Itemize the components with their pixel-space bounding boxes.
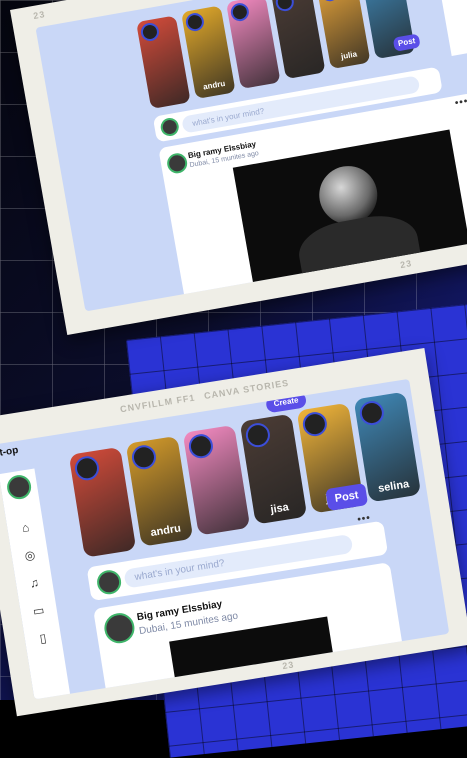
story-name: andru xyxy=(202,78,226,92)
create-button[interactable]: Create xyxy=(265,391,308,414)
author-avatar[interactable] xyxy=(102,611,137,646)
bottom-app-screen: t-op Create ⌂ ◎ ♫ ▭ ▯ andrujisajuliaseli… xyxy=(0,378,450,700)
left-sidebar: ⌂ ◎ ♫ ▭ ▯ xyxy=(0,468,71,700)
story-avatar xyxy=(187,432,215,460)
frame-label-right: CANVA STORIES xyxy=(203,377,290,402)
story-avatar xyxy=(229,1,251,23)
story-name: andru xyxy=(149,522,182,540)
bookmark-icon[interactable]: ▯ xyxy=(35,630,51,646)
story-name xyxy=(84,544,135,552)
story-name xyxy=(240,76,279,83)
home-icon[interactable]: ⌂ xyxy=(18,520,34,536)
frame-number: 23 xyxy=(32,9,47,21)
story-name xyxy=(198,522,249,530)
story-card[interactable]: jisa xyxy=(239,413,308,525)
user-avatar xyxy=(159,116,181,138)
story-name xyxy=(285,66,324,73)
story-card[interactable]: andru xyxy=(125,435,194,547)
user-avatar xyxy=(95,568,123,596)
profile-avatar[interactable] xyxy=(5,473,33,501)
story-card[interactable] xyxy=(68,446,137,558)
story-avatar xyxy=(244,421,272,449)
chat-icon[interactable]: ▭ xyxy=(31,603,47,619)
more-options-icon[interactable]: ••• xyxy=(357,513,372,526)
story-card[interactable]: julia xyxy=(315,0,371,70)
compass-icon[interactable]: ◎ xyxy=(22,547,38,563)
frame-label-left: CNVFILLM FF1 xyxy=(119,392,197,415)
story-name xyxy=(150,96,189,103)
story-card[interactable] xyxy=(225,0,281,90)
app-title-partial: t-op xyxy=(0,444,20,459)
frame-number-bottom: 23 xyxy=(399,258,413,271)
sidebar-nav: ⌂ ◎ ♫ ▭ ▯ xyxy=(18,520,52,647)
story-avatar xyxy=(319,0,341,3)
story-name: jisa xyxy=(269,501,290,517)
story-avatar xyxy=(184,11,206,33)
story-avatar xyxy=(358,399,386,427)
video-time: 0:00 / 1:14 xyxy=(262,283,292,295)
post-button[interactable]: Post xyxy=(392,33,421,52)
story-card[interactable] xyxy=(136,15,191,109)
story-card[interactable] xyxy=(360,0,416,60)
story-card[interactable]: andru xyxy=(181,5,236,100)
story-avatar xyxy=(301,410,329,438)
bell-icon[interactable]: ♫ xyxy=(26,575,42,591)
story-card[interactable] xyxy=(270,0,326,80)
story-avatar xyxy=(139,21,161,43)
story-name: selina xyxy=(377,478,410,495)
more-options-icon[interactable]: ••• xyxy=(454,96,467,109)
author-avatar[interactable] xyxy=(165,151,189,175)
story-avatar xyxy=(73,454,101,483)
right-panel: primary xyxy=(434,0,467,56)
story-avatar xyxy=(130,443,158,471)
story-avatar xyxy=(274,0,296,13)
story-card[interactable] xyxy=(182,424,251,536)
frame-number: 23 xyxy=(281,659,296,672)
story-name: julia xyxy=(340,49,358,62)
